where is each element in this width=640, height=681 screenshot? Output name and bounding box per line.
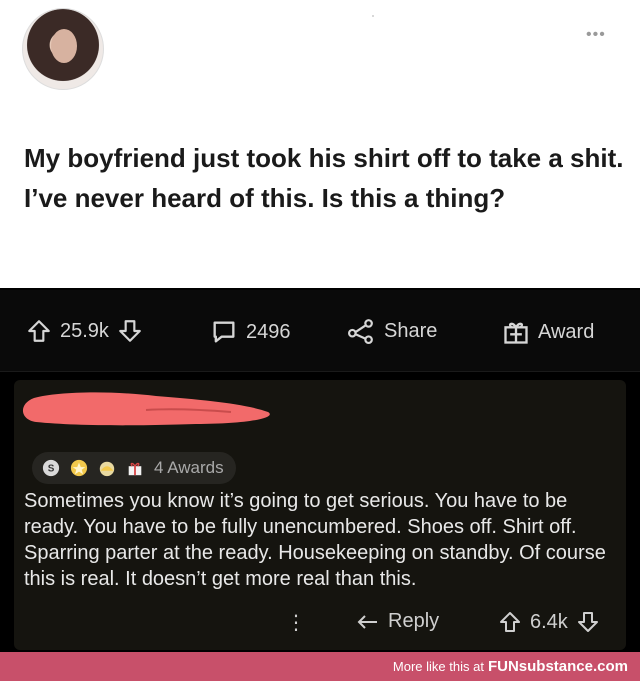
post-score: 25.9k [60, 319, 109, 342]
comment-score: 6.4k [530, 610, 568, 633]
share-icon [348, 319, 373, 344]
comment-downvote-icon[interactable] [576, 610, 600, 634]
comment-body: Sometimes you know it’s going to get ser… [24, 490, 606, 590]
avatar-face [51, 29, 77, 63]
award-label: Award [538, 320, 595, 343]
post-action-bar: 25.9k 2496 Share Award [0, 290, 640, 372]
comments-button[interactable]: 2496 [210, 318, 291, 346]
comment-vote-group: 6.4k [498, 610, 600, 634]
award-button[interactable]: Award [502, 318, 594, 346]
post-title: My boyfriend just took his shirt off to … [24, 143, 624, 213]
comment-upvote-icon[interactable] [498, 610, 522, 634]
post-card: ••• My boyfriend just took his shirt off… [0, 0, 640, 288]
wholesome-award-icon [70, 459, 88, 477]
downvote-icon[interactable] [117, 318, 143, 344]
watermark-brand[interactable]: FUNsubstance.com [488, 658, 628, 675]
more-options-icon[interactable]: ••• [586, 26, 606, 44]
gift-icon [504, 322, 528, 344]
comment-count: 2496 [246, 320, 291, 343]
reply-button[interactable]: Reply [356, 610, 439, 633]
comment-card: S 4 Awards Sometimes you know it’s going… [14, 380, 626, 650]
share-label: Share [384, 319, 438, 342]
reply-label: Reply [388, 610, 440, 632]
awards-pill[interactable]: S 4 Awards [32, 452, 236, 484]
comment-bubble-icon [213, 321, 235, 343]
share-button[interactable]: Share [346, 318, 437, 344]
reply-arrow-icon [357, 614, 377, 629]
helpful-award-icon [99, 461, 115, 477]
awards-count: 4 Awards [154, 458, 224, 477]
watermark-prefix: More like this at [392, 659, 484, 674]
gift-award-icon [128, 462, 142, 476]
more-icon: ⋮ [286, 612, 306, 634]
vote-group: 25.9k [26, 318, 143, 344]
svg-text:S: S [48, 464, 55, 475]
avatar[interactable] [22, 8, 104, 90]
watermark-bar: More like this at FUNsubstance.com [0, 652, 640, 681]
upvote-icon[interactable] [26, 318, 52, 344]
speck [372, 15, 374, 17]
comment-more-button[interactable]: ⋮ [286, 610, 306, 635]
silver-award-icon: S [42, 459, 60, 477]
redacted-username [22, 392, 270, 426]
